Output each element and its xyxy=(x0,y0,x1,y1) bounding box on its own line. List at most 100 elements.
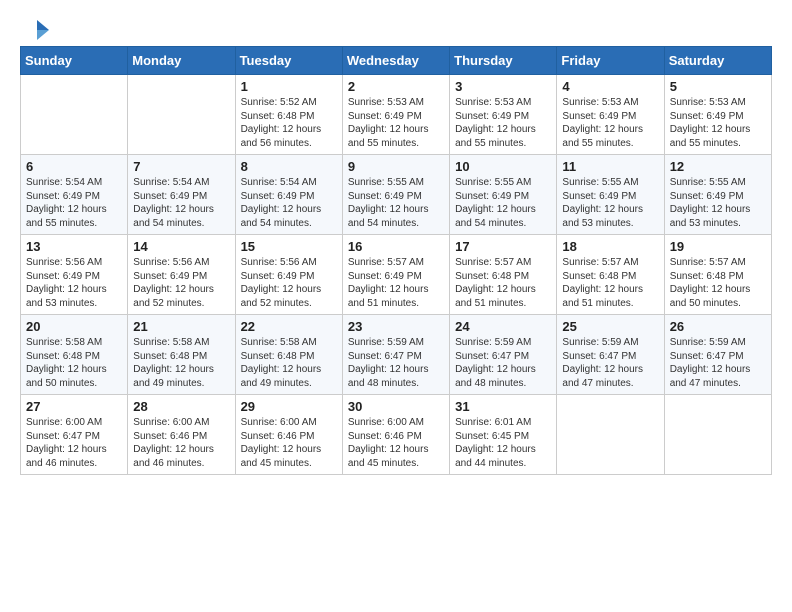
calendar-cell: 15 Sunrise: 5:56 AMSunset: 6:49 PMDayligh… xyxy=(235,235,342,315)
cell-sun-info: Sunrise: 5:53 AMSunset: 6:49 PMDaylight:… xyxy=(348,96,444,150)
day-number: 3 xyxy=(455,79,551,94)
calendar-cell: 18 Sunrise: 5:57 AMSunset: 6:48 PMDayligh… xyxy=(557,235,664,315)
calendar-cell: 12 Sunrise: 5:55 AMSunset: 6:49 PMDayligh… xyxy=(664,155,771,235)
day-number: 15 xyxy=(241,239,337,254)
calendar-cell: 26Sunrise: 5:59 AMSunset: 6:47 PMDayligh… xyxy=(664,315,771,395)
day-number: 10 xyxy=(455,159,551,174)
cell-sun-info: Sunrise: 5:53 AMSunset: 6:49 PMDaylight:… xyxy=(562,96,658,150)
cell-sun-info: Sunrise: 5:56 AMSunset: 6:49 PMDaylight:… xyxy=(241,256,337,310)
day-number: 11 xyxy=(562,159,658,174)
cell-sun-info: Sunrise: 5:52 AMSunset: 6:48 PMDaylight:… xyxy=(241,96,337,150)
day-number: 31 xyxy=(455,399,551,414)
cell-sun-info: Sunrise: 5:59 AMSunset: 6:47 PMDaylight:… xyxy=(455,336,551,390)
day-number: 19 xyxy=(670,239,766,254)
calendar-cell: 10 Sunrise: 5:55 AMSunset: 6:49 PMDayligh… xyxy=(450,155,557,235)
calendar-cell: 30Sunrise: 6:00 AMSunset: 6:46 PMDayligh… xyxy=(342,395,449,475)
day-number: 9 xyxy=(348,159,444,174)
calendar-cell: 13Sunrise: 5:56 AMSunset: 6:49 PMDayligh… xyxy=(21,235,128,315)
day-number: 20 xyxy=(26,319,122,334)
day-number: 4 xyxy=(562,79,658,94)
day-number: 13 xyxy=(26,239,122,254)
logo-icon xyxy=(23,16,51,44)
calendar-cell: 19 Sunrise: 5:57 AMSunset: 6:48 PMDayligh… xyxy=(664,235,771,315)
cell-sun-info: Sunrise: 5:56 AMSunset: 6:49 PMDaylight:… xyxy=(133,256,229,310)
calendar: SundayMondayTuesdayWednesdayThursdayFrid… xyxy=(20,46,772,475)
day-number: 6 xyxy=(26,159,122,174)
day-number: 7 xyxy=(133,159,229,174)
day-number: 22 xyxy=(241,319,337,334)
calendar-cell: 27 Sunrise: 6:00 AMSunset: 6:47 PMDayligh… xyxy=(21,395,128,475)
header xyxy=(20,16,772,40)
cell-sun-info: Sunrise: 5:53 AMSunset: 6:49 PMDaylight:… xyxy=(455,96,551,150)
day-of-week-header: Monday xyxy=(128,47,235,75)
calendar-cell: 8 Sunrise: 5:54 AMSunset: 6:49 PMDaylight… xyxy=(235,155,342,235)
day-number: 17 xyxy=(455,239,551,254)
day-number: 21 xyxy=(133,319,229,334)
calendar-cell: 31 Sunrise: 6:01 AMSunset: 6:45 PMDayligh… xyxy=(450,395,557,475)
day-of-week-header: Sunday xyxy=(21,47,128,75)
calendar-cell: 11Sunrise: 5:55 AMSunset: 6:49 PMDayligh… xyxy=(557,155,664,235)
cell-sun-info: Sunrise: 5:59 AMSunset: 6:47 PMDaylight:… xyxy=(562,336,658,390)
calendar-cell: 28Sunrise: 6:00 AMSunset: 6:46 PMDayligh… xyxy=(128,395,235,475)
calendar-week-row: 6 Sunrise: 5:54 AMSunset: 6:49 PMDaylight… xyxy=(21,155,772,235)
cell-sun-info: Sunrise: 5:55 AMSunset: 6:49 PMDaylight:… xyxy=(455,176,551,230)
page: SundayMondayTuesdayWednesdayThursdayFrid… xyxy=(0,0,792,491)
calendar-cell: 5 Sunrise: 5:53 AMSunset: 6:49 PMDaylight… xyxy=(664,75,771,155)
cell-sun-info: Sunrise: 6:00 AMSunset: 6:47 PMDaylight:… xyxy=(26,416,122,470)
calendar-cell: 29Sunrise: 6:00 AMSunset: 6:46 PMDayligh… xyxy=(235,395,342,475)
calendar-cell: 21 Sunrise: 5:58 AMSunset: 6:48 PMDayligh… xyxy=(128,315,235,395)
calendar-cell: 14Sunrise: 5:56 AMSunset: 6:49 PMDayligh… xyxy=(128,235,235,315)
day-of-week-header: Friday xyxy=(557,47,664,75)
calendar-cell: 23 Sunrise: 5:59 AMSunset: 6:47 PMDayligh… xyxy=(342,315,449,395)
calendar-cell: 6 Sunrise: 5:54 AMSunset: 6:49 PMDaylight… xyxy=(21,155,128,235)
calendar-cell: 24Sunrise: 5:59 AMSunset: 6:47 PMDayligh… xyxy=(450,315,557,395)
day-number: 8 xyxy=(241,159,337,174)
calendar-cell: 16 Sunrise: 5:57 AMSunset: 6:49 PMDayligh… xyxy=(342,235,449,315)
calendar-cell: 17 Sunrise: 5:57 AMSunset: 6:48 PMDayligh… xyxy=(450,235,557,315)
calendar-cell xyxy=(664,395,771,475)
logo xyxy=(20,16,51,40)
calendar-cell: 1 Sunrise: 5:52 AMSunset: 6:48 PMDaylight… xyxy=(235,75,342,155)
calendar-cell: 4 Sunrise: 5:53 AMSunset: 6:49 PMDaylight… xyxy=(557,75,664,155)
cell-sun-info: Sunrise: 5:58 AMSunset: 6:48 PMDaylight:… xyxy=(133,336,229,390)
cell-sun-info: Sunrise: 6:00 AMSunset: 6:46 PMDaylight:… xyxy=(241,416,337,470)
day-of-week-header: Tuesday xyxy=(235,47,342,75)
day-number: 16 xyxy=(348,239,444,254)
cell-sun-info: Sunrise: 5:58 AMSunset: 6:48 PMDaylight:… xyxy=(241,336,337,390)
calendar-week-row: 27 Sunrise: 6:00 AMSunset: 6:47 PMDayligh… xyxy=(21,395,772,475)
day-number: 1 xyxy=(241,79,337,94)
cell-sun-info: Sunrise: 6:00 AMSunset: 6:46 PMDaylight:… xyxy=(348,416,444,470)
calendar-cell: 2 Sunrise: 5:53 AMSunset: 6:49 PMDaylight… xyxy=(342,75,449,155)
calendar-header-row: SundayMondayTuesdayWednesdayThursdayFrid… xyxy=(21,47,772,75)
cell-sun-info: Sunrise: 5:57 AMSunset: 6:49 PMDaylight:… xyxy=(348,256,444,310)
calendar-cell: 20 Sunrise: 5:58 AMSunset: 6:48 PMDayligh… xyxy=(21,315,128,395)
cell-sun-info: Sunrise: 5:54 AMSunset: 6:49 PMDaylight:… xyxy=(133,176,229,230)
calendar-cell: 22 Sunrise: 5:58 AMSunset: 6:48 PMDayligh… xyxy=(235,315,342,395)
day-number: 2 xyxy=(348,79,444,94)
calendar-cell: 9 Sunrise: 5:55 AMSunset: 6:49 PMDaylight… xyxy=(342,155,449,235)
calendar-week-row: 13 Sunrise: 5:56 AMSunset: 6:49 PMDayligh… xyxy=(21,235,772,315)
cell-sun-info: Sunrise: 5:57 AMSunset: 6:48 PMDaylight:… xyxy=(455,256,551,310)
cell-sun-info: Sunrise: 6:00 AMSunset: 6:46 PMDaylight:… xyxy=(133,416,229,470)
cell-sun-info: Sunrise: 5:53 AMSunset: 6:49 PMDaylight:… xyxy=(670,96,766,150)
cell-sun-info: Sunrise: 6:01 AMSunset: 6:45 PMDaylight:… xyxy=(455,416,551,470)
day-number: 27 xyxy=(26,399,122,414)
cell-sun-info: Sunrise: 5:58 AMSunset: 6:48 PMDaylight:… xyxy=(26,336,122,390)
cell-sun-info: Sunrise: 5:59 AMSunset: 6:47 PMDaylight:… xyxy=(348,336,444,390)
calendar-week-row: 1 Sunrise: 5:52 AMSunset: 6:48 PMDaylight… xyxy=(21,75,772,155)
cell-sun-info: Sunrise: 5:55 AMSunset: 6:49 PMDaylight:… xyxy=(670,176,766,230)
day-number: 18 xyxy=(562,239,658,254)
cell-sun-info: Sunrise: 5:54 AMSunset: 6:49 PMDaylight:… xyxy=(241,176,337,230)
cell-sun-info: Sunrise: 5:57 AMSunset: 6:48 PMDaylight:… xyxy=(562,256,658,310)
day-number: 26 xyxy=(670,319,766,334)
day-number: 12 xyxy=(670,159,766,174)
cell-sun-info: Sunrise: 5:57 AMSunset: 6:48 PMDaylight:… xyxy=(670,256,766,310)
cell-sun-info: Sunrise: 5:54 AMSunset: 6:49 PMDaylight:… xyxy=(26,176,122,230)
day-number: 23 xyxy=(348,319,444,334)
calendar-week-row: 20 Sunrise: 5:58 AMSunset: 6:48 PMDayligh… xyxy=(21,315,772,395)
calendar-cell xyxy=(21,75,128,155)
cell-sun-info: Sunrise: 5:55 AMSunset: 6:49 PMDaylight:… xyxy=(348,176,444,230)
day-number: 5 xyxy=(670,79,766,94)
calendar-cell: 25Sunrise: 5:59 AMSunset: 6:47 PMDayligh… xyxy=(557,315,664,395)
day-of-week-header: Saturday xyxy=(664,47,771,75)
